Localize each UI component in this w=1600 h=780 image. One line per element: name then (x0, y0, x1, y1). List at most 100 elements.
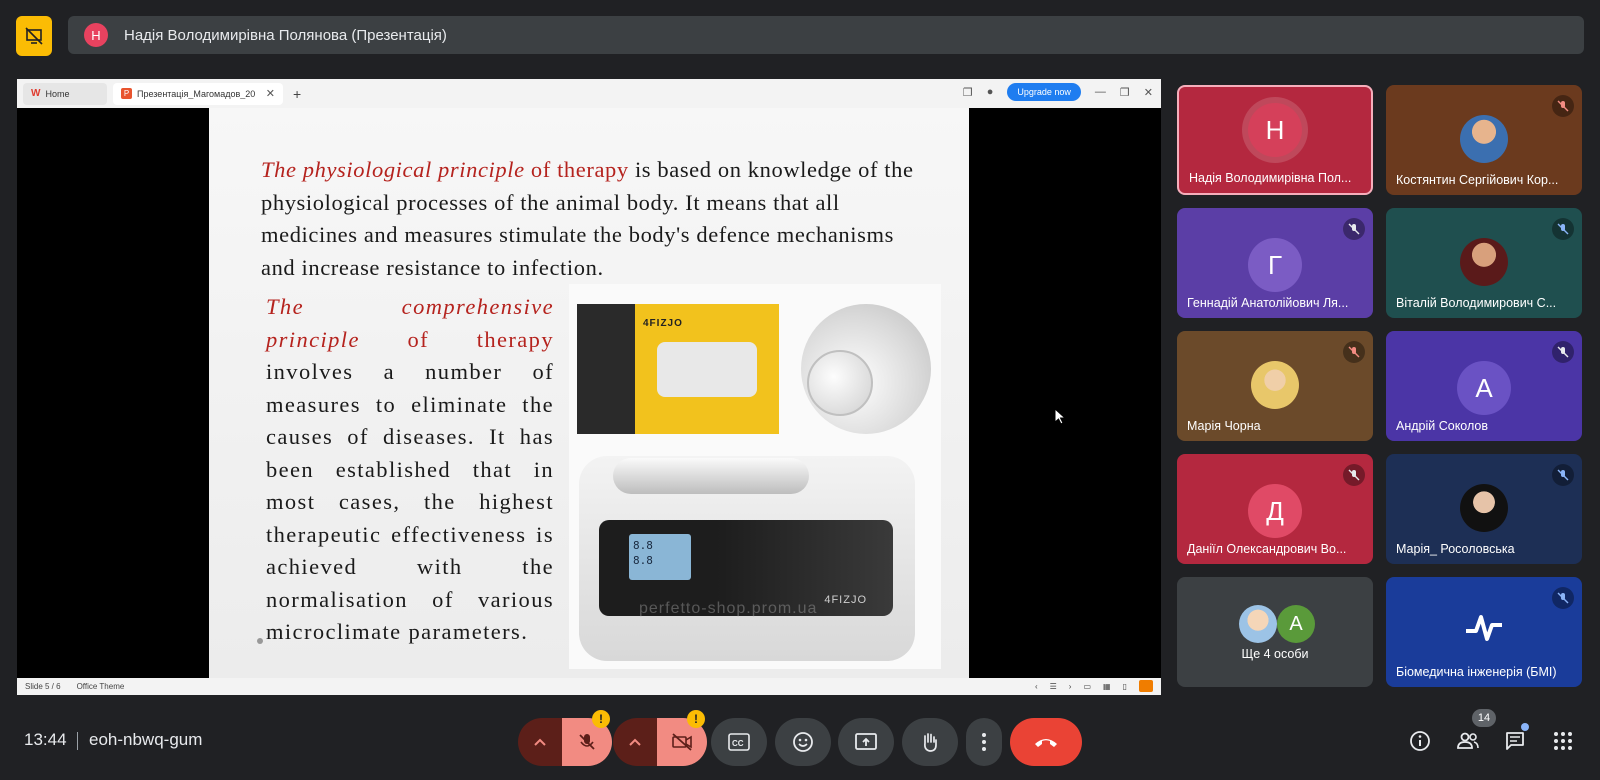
emoji-icon (793, 732, 813, 752)
participant-name: Костянтин Сергійович Кор... (1396, 173, 1559, 187)
sorter-view-icon[interactable]: ▦ (1103, 682, 1111, 691)
mic-off-icon (1343, 218, 1365, 240)
mic-off-icon (1343, 464, 1365, 486)
tab-close-icon[interactable]: ✕ (266, 87, 275, 100)
svg-text:CC: CC (732, 739, 744, 748)
participant-photo (1251, 361, 1299, 409)
participant-name: Ще 4 особи (1241, 647, 1309, 661)
window-list-icon[interactable]: ❐ (963, 86, 973, 99)
participant-name: Андрій Соколов (1396, 419, 1489, 433)
present-now-icon (855, 733, 877, 750)
more-vert-icon (982, 733, 986, 751)
slide-p1-mid: of therapy (524, 157, 629, 182)
next-slide-icon[interactable]: › (1069, 682, 1072, 691)
chat-button[interactable] (1502, 728, 1528, 754)
activities-button[interactable] (1550, 728, 1576, 754)
no-present-icon (25, 27, 43, 45)
camera-warning-icon: ! (687, 710, 705, 728)
participant-tile-1[interactable]: Н Надія Володимирівна Пол... (1177, 85, 1373, 195)
slide-list-icon[interactable]: ☰ (1050, 682, 1057, 691)
pulse-logo-icon (1462, 605, 1506, 649)
participant-name: Марія_ Росоловська (1396, 542, 1515, 556)
participant-photo (1460, 484, 1508, 532)
mic-off-icon (1552, 587, 1574, 609)
tab-presentation[interactable]: P Презентація_Магомадов_20 ✕ (113, 82, 283, 105)
slide: The physiological principle of therapy i… (209, 108, 969, 678)
participant-tile-6[interactable]: А Андрій Соколов (1386, 331, 1582, 441)
leave-call-button[interactable] (1010, 718, 1082, 766)
participant-name: Марія Чорна (1187, 419, 1261, 433)
tab-home[interactable]: W Home (23, 82, 107, 105)
image-watermark: perfetto-shop.prom.ua (639, 600, 818, 617)
meeting-time: 13:44 (24, 730, 67, 749)
shared-screen: W Home P Презентація_Магомадов_20 ✕ + ❐ … (17, 79, 1161, 695)
participant-tile-2[interactable]: Костянтин Сергійович Кор... (1386, 85, 1582, 195)
apps-grid-icon (1554, 732, 1572, 750)
participant-name: Геннадій Анатолійович Ля... (1187, 296, 1349, 310)
more-options-button[interactable] (966, 718, 1002, 766)
video-options-button[interactable] (613, 718, 657, 766)
people-icon (1457, 732, 1479, 749)
raise-hand-button[interactable] (902, 718, 958, 766)
participant-tile-7[interactable]: Д Даніїл Олександрович Во... (1177, 454, 1373, 564)
divider (77, 732, 78, 750)
participant-avatar: Н (1248, 103, 1302, 157)
prev-slide-icon[interactable]: ‹ (1035, 682, 1038, 691)
participant-photo (1460, 115, 1508, 163)
participant-tile-more[interactable]: А Ще 4 особи (1177, 577, 1373, 687)
probe-face (807, 350, 873, 416)
mic-warning-icon: ! (592, 710, 610, 728)
slide-p2-mid: of therapy (359, 326, 554, 352)
presentation-mode-button[interactable] (16, 16, 52, 56)
account-icon[interactable]: ● (987, 86, 994, 98)
participant-tile-4[interactable]: Віталій Володимирович С... (1386, 208, 1582, 318)
upgrade-button[interactable]: Upgrade now (1007, 83, 1081, 101)
lcd-line-1: 8.8 (633, 539, 653, 552)
box-brand: 4FIZJO (643, 318, 683, 329)
chat-icon (1506, 732, 1524, 750)
normal-view-icon[interactable]: ▭ (1083, 682, 1091, 691)
slide-paragraph-2: The comprehensive principle of therapy i… (266, 291, 554, 649)
people-count-badge: 14 (1472, 709, 1496, 727)
presenter-title: Надія Володимирівна Полянова (Презентаці… (124, 26, 447, 44)
slideshow-play-icon[interactable] (1139, 680, 1153, 692)
slide-p1-emphasis: The physiological principle (261, 157, 525, 182)
reactions-button[interactable] (775, 718, 831, 766)
participant-name: Біомедична інженерія (БМІ) (1396, 665, 1557, 679)
presenter-avatar: Н (84, 23, 108, 47)
participant-tile-5[interactable]: Марія Чорна (1177, 331, 1373, 441)
presentation-file-icon: P (121, 88, 132, 99)
restore-icon[interactable]: ❐ (1120, 86, 1130, 99)
lcd-line-2: 8.8 (633, 554, 653, 567)
present-screen-button[interactable] (838, 718, 894, 766)
chevron-up-icon (534, 738, 546, 746)
people-button[interactable] (1455, 728, 1481, 754)
slide-p2-rest: involves a number of measures to elimina… (266, 359, 554, 644)
ultrasound-device-image: 4FIZJO 8.8 8.8 4FIZJO perfetto-shop.prom… (569, 284, 941, 669)
tab-presentation-label: Презентація_Магомадов_20 (137, 88, 256, 99)
new-tab-icon[interactable]: + (293, 86, 301, 102)
participant-tile-3[interactable]: Г Геннадій Анатолійович Ля... (1177, 208, 1373, 318)
mic-off-icon (1552, 464, 1574, 486)
slide-area: The physiological principle of therapy i… (17, 108, 1161, 678)
hang-up-icon (1035, 739, 1057, 747)
product-box: 4FIZJO (577, 304, 779, 434)
mic-off-icon (1552, 95, 1574, 117)
captions-button[interactable]: CC (711, 718, 767, 766)
more-initial-avatar: А (1277, 605, 1315, 643)
tab-home-label: Home (45, 88, 70, 99)
unit-logo: 4FIZJO (824, 594, 867, 606)
minimize-icon[interactable]: — (1095, 86, 1106, 98)
presenter-bar: Н Надія Володимирівна Полянова (Презента… (68, 16, 1584, 54)
meeting-code: eoh-nbwq-gum (89, 730, 203, 749)
mic-off-icon (1552, 218, 1574, 240)
participant-tile-8[interactable]: Марія_ Росоловська (1386, 454, 1582, 564)
audio-options-button[interactable] (518, 718, 562, 766)
participant-tile-10[interactable]: Біомедична інженерія (БМІ) (1386, 577, 1582, 687)
wps-logo-icon: W (31, 88, 41, 99)
meeting-details-button[interactable] (1407, 728, 1433, 754)
participant-avatar: Г (1248, 238, 1302, 292)
close-window-icon[interactable]: ✕ (1144, 86, 1153, 99)
reading-view-icon[interactable]: ▯ (1123, 682, 1127, 691)
app-tab-bar: W Home P Презентація_Магомадов_20 ✕ + ❐ … (17, 79, 1161, 108)
